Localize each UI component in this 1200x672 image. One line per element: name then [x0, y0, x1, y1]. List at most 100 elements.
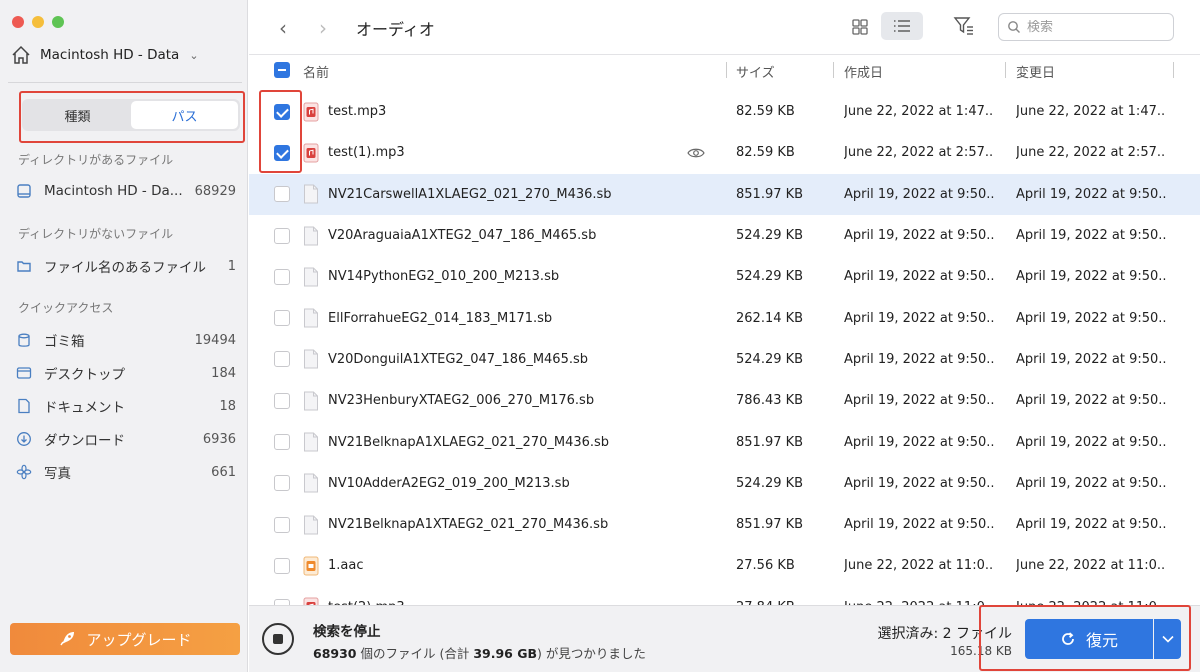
- table-row[interactable]: NV14PythonEG2_010_200_M213.sb 524.29 KB Ap…: [249, 256, 1200, 297]
- file-name: test.mp3: [328, 104, 387, 120]
- forward-button[interactable]: ›: [319, 16, 327, 40]
- upgrade-label: アップグレード: [86, 630, 192, 649]
- table-row[interactable]: NV23HenburyXTAEG2_006_270_M176.sb 786.43 …: [249, 380, 1200, 421]
- rocket-icon: [60, 632, 75, 646]
- table-row[interactable]: NV21CarswellA1XLAEG2_021_270_M436.sb 851.…: [249, 173, 1200, 215]
- file-modified-date: June 22, 2022 at 2:57...: [1016, 145, 1166, 161]
- column-header-created[interactable]: 作成日: [844, 62, 883, 81]
- filter-button[interactable]: [952, 14, 978, 40]
- file-modified-date: April 19, 2022 at 9:50...: [1016, 517, 1166, 533]
- file-modified-date: June 22, 2022 at 1:47...: [1016, 104, 1166, 120]
- found-summary: 68930 個のファイル (合計 39.96 GB) が見つかりました: [313, 643, 646, 662]
- file-modified-date: April 19, 2022 at 9:50...: [1016, 228, 1166, 244]
- sidebar-item-label: ゴミ箱: [44, 334, 85, 350]
- search-input[interactable]: [1027, 19, 1167, 35]
- section-title-without-directory: ディレクトリがないファイル: [18, 227, 174, 241]
- table-row[interactable]: 1.aac 27.56 KB June 22, 2022 at 11:0... Jun…: [249, 545, 1200, 586]
- row-checkbox[interactable]: [274, 186, 290, 203]
- section-title-quick-access: クイックアクセス: [18, 301, 114, 315]
- document-icon: [14, 396, 34, 416]
- file-name: NV23HenburyXTAEG2_006_270_M176.sb: [328, 393, 595, 409]
- toolbar: ‹ › オーディオ: [249, 0, 1200, 54]
- found-total: 39.96 GB: [473, 646, 538, 661]
- column-divider[interactable]: [726, 62, 727, 78]
- file-icon: [304, 267, 318, 287]
- stop-icon: [273, 634, 283, 644]
- sidebar-item-count: 18: [219, 398, 236, 414]
- drive-icon: [14, 181, 34, 201]
- sidebar-item-desktop[interactable]: デスクトップ 184: [14, 361, 236, 385]
- column-header-name[interactable]: 名前: [303, 62, 329, 81]
- file-created-date: April 19, 2022 at 9:50...: [844, 269, 994, 285]
- sidebar-item-count: 1: [227, 258, 236, 274]
- download-icon: [14, 429, 34, 449]
- sidebar-item-downloads[interactable]: ダウンロード 6936: [14, 427, 236, 451]
- table-row[interactable]: test.mp3 82.59 KB June 22, 2022 at 1:47...…: [249, 91, 1200, 132]
- file-name: NV14PythonEG2_010_200_M213.sb: [328, 269, 560, 285]
- column-divider[interactable]: [833, 62, 834, 78]
- row-checkbox[interactable]: [274, 475, 290, 492]
- drive-selector[interactable]: Macintosh HD - Data ⌄: [10, 44, 240, 66]
- table-row[interactable]: NV21BelknapA1XTAEG2_021_270_M436.sb 851.9…: [249, 504, 1200, 545]
- row-checkbox[interactable]: [274, 227, 290, 244]
- table-row[interactable]: EllForrahueEG2_014_183_M171.sb 262.14 KB A…: [249, 297, 1200, 338]
- row-checkbox[interactable]: [274, 434, 290, 451]
- file-created-date: April 19, 2022 at 9:50...: [844, 310, 994, 326]
- table-row[interactable]: V20DonguilA1XTEG2_047_186_M465.sb 524.29 …: [249, 339, 1200, 380]
- file-created-date: June 22, 2022 at 1:47...: [844, 104, 994, 120]
- column-header-size[interactable]: サイズ: [736, 62, 775, 81]
- sidebar-item-label: ドキュメント: [44, 400, 125, 416]
- search-box[interactable]: [998, 13, 1174, 41]
- close-window-button[interactable]: [12, 16, 24, 28]
- page-title: オーディオ: [356, 20, 435, 39]
- row-checkbox[interactable]: [274, 516, 290, 533]
- sidebar-item-trash[interactable]: ゴミ箱 19494: [14, 328, 236, 352]
- grid-view-button[interactable]: [847, 14, 873, 40]
- zoom-window-button[interactable]: [52, 16, 64, 28]
- file-created-date: April 19, 2022 at 9:50...: [844, 517, 994, 533]
- row-checkbox[interactable]: [274, 557, 290, 574]
- home-icon: [12, 45, 30, 64]
- file-size: 82.59 KB: [736, 104, 795, 120]
- table-row[interactable]: test(2).mp327.84 KBJune 22, 2022 at 11:0…: [249, 587, 1200, 605]
- file-created-date: April 19, 2022 at 9:50...: [844, 228, 994, 244]
- row-checkbox[interactable]: [274, 351, 290, 368]
- sidebar-item-macintosh-hd[interactable]: Macintosh HD - Da... 68929: [14, 179, 236, 203]
- column-divider[interactable]: [1005, 62, 1006, 78]
- back-button[interactable]: ‹: [279, 16, 287, 40]
- file-icon: [304, 308, 318, 328]
- column-header-modified[interactable]: 変更日: [1016, 62, 1055, 81]
- upgrade-button[interactable]: アップグレード: [10, 623, 240, 655]
- found-text-1: 個のファイル (合計: [360, 646, 470, 661]
- column-divider[interactable]: [1173, 62, 1174, 78]
- row-checkbox[interactable]: [274, 392, 290, 409]
- sidebar-item-label: Macintosh HD - Da...: [44, 183, 183, 199]
- file-name: NV21CarswellA1XLAEG2_021_270_M436.sb: [328, 186, 612, 202]
- list-view-button[interactable]: [881, 12, 923, 40]
- sidebar-item-named-files[interactable]: ファイル名のあるファイル 1: [14, 254, 236, 278]
- table-row[interactable]: NV10AdderA2EG2_019_200_M213.sb 524.29 KB A…: [249, 463, 1200, 504]
- preview-eye-icon[interactable]: [687, 147, 705, 159]
- minimize-window-button[interactable]: [32, 16, 44, 28]
- table-row[interactable]: V20AraguaiaA1XTEG2_047_186_M465.sb 524.29…: [249, 215, 1200, 256]
- sidebar-item-documents[interactable]: ドキュメント 18: [14, 394, 236, 418]
- filter-icon: [953, 17, 973, 35]
- sidebar-item-count: 68929: [194, 183, 236, 199]
- row-checkbox[interactable]: [274, 268, 290, 285]
- file-modified-date: April 19, 2022 at 9:50...: [1016, 434, 1166, 450]
- table-row[interactable]: test(1).mp3 82.59 KB June 22, 2022 at 2:57…: [249, 132, 1200, 173]
- select-all-checkbox[interactable]: [274, 62, 290, 78]
- stop-scan-button[interactable]: [262, 623, 294, 655]
- sidebar-item-label: デスクトップ: [44, 367, 125, 383]
- sidebar-item-photos[interactable]: 写真 661: [14, 460, 236, 484]
- annotation-highlight-box: [979, 605, 1191, 671]
- indeterminate-mark: [278, 69, 286, 71]
- row-checkbox[interactable]: [274, 310, 290, 327]
- file-name: NV21BelknapA1XLAEG2_021_270_M436.sb: [328, 434, 610, 450]
- sidebar-item-count: 6936: [202, 431, 236, 447]
- audio-file-icon: [303, 143, 319, 163]
- table-row[interactable]: NV21BelknapA1XLAEG2_021_270_M436.sb 851.9…: [249, 421, 1200, 462]
- file-size: 524.29 KB: [736, 475, 804, 491]
- file-size: 524.29 KB: [736, 351, 804, 367]
- annotation-highlight-box: [19, 91, 245, 143]
